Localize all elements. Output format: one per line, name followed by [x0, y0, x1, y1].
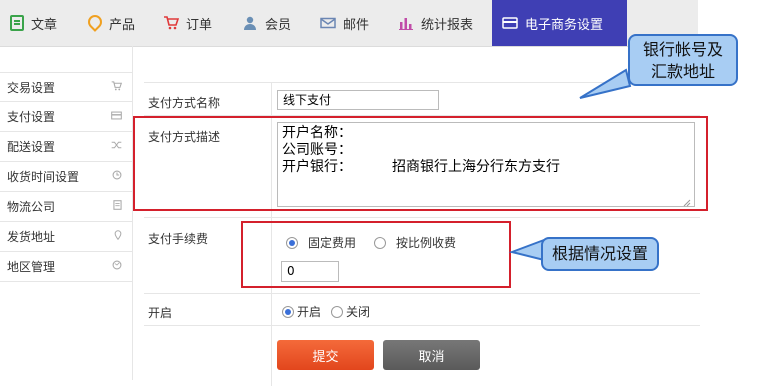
- sidebar-item-delivery-time[interactable]: 收货时间设置: [0, 162, 132, 192]
- payment-name-label: 支付方式名称: [148, 96, 221, 110]
- card-icon: [111, 111, 122, 123]
- sidebar-item-label: 支付设置: [7, 110, 56, 124]
- highlight-fee-box: [241, 221, 511, 288]
- tab-label: 订单: [186, 17, 213, 33]
- tab-members[interactable]: 会员: [242, 0, 291, 46]
- user-icon: [242, 15, 258, 31]
- clock-icon: [112, 170, 122, 183]
- sidebar-item-logistics[interactable]: 物流公司: [0, 192, 132, 222]
- tab-articles[interactable]: 文章: [10, 0, 57, 46]
- highlight-desc-box: [133, 116, 708, 211]
- tab-products[interactable]: 产品: [85, 0, 136, 46]
- sidebar-item-region[interactable]: 地区管理: [0, 252, 132, 282]
- enable-option-on[interactable]: 开启: [282, 303, 321, 320]
- sidebar-item-label: 地区管理: [7, 260, 56, 274]
- location-pin-icon: [114, 230, 122, 243]
- enable-label: 开启: [148, 306, 173, 320]
- tab-label: 会员: [265, 17, 292, 33]
- callout-bank-account: 银行帐号及 汇款地址: [628, 34, 738, 86]
- cancel-button[interactable]: 取消: [383, 340, 480, 370]
- location-pin-icon: [85, 11, 105, 32]
- enable-radio-group: 开启 关闭: [282, 303, 370, 320]
- callout-bank-line1: 银行帐号及: [642, 40, 723, 59]
- row-divider: [271, 326, 272, 386]
- sidebar-item-label: 配送设置: [7, 140, 56, 154]
- tab-label: 统计报表: [421, 17, 474, 33]
- enable-off-label: 关闭: [346, 305, 371, 319]
- globe-icon: [112, 260, 122, 273]
- sidebar-item-shipping[interactable]: 配送设置: [0, 132, 132, 162]
- mail-icon: [320, 15, 336, 31]
- fee-label: 支付手续费: [148, 232, 209, 246]
- bar-chart-icon: [398, 15, 414, 31]
- row-divider: [271, 83, 272, 116]
- tab-label: 产品: [109, 17, 136, 33]
- cart-icon: [163, 15, 179, 31]
- sidebar-item-label: 发货地址: [7, 230, 56, 244]
- card-icon: [502, 15, 518, 31]
- sidebar-item-label: 收货时间设置: [7, 170, 80, 184]
- callout-fee-setting: 根据情况设置: [541, 237, 659, 271]
- cart-icon: [111, 80, 123, 94]
- top-nav: 文章 产品 订单 会员 邮件 统计报表 电子商务设置: [0, 0, 698, 47]
- radio-enable-off[interactable]: [331, 305, 344, 318]
- row-enable: 开启 开启 关闭: [144, 293, 700, 326]
- sidebar-item-payment[interactable]: 支付设置: [0, 102, 132, 132]
- list-icon: [113, 200, 122, 213]
- document-icon: [10, 15, 24, 31]
- tab-orders[interactable]: 订单: [163, 0, 212, 46]
- tab-label: 文章: [31, 17, 58, 33]
- enable-option-off[interactable]: 关闭: [331, 303, 370, 320]
- submit-button[interactable]: 提交: [277, 340, 374, 370]
- sidebar-item-label: 物流公司: [7, 200, 56, 214]
- sidebar: 交易设置 支付设置 配送设置 收货时间设置 物流公司 发货地址 地区管理: [0, 72, 132, 282]
- enable-on-label: 开启: [297, 305, 322, 319]
- tab-ecommerce-settings[interactable]: 电子商务设置: [492, 0, 627, 46]
- tab-mail[interactable]: 邮件: [320, 0, 369, 46]
- radio-enable-on[interactable]: [282, 305, 294, 318]
- callout-bank-line2: 汇款地址: [650, 62, 715, 81]
- sidebar-item-ship-address[interactable]: 发货地址: [0, 222, 132, 252]
- payment-name-input[interactable]: 线下支付: [277, 90, 439, 110]
- tab-label: 邮件: [343, 17, 370, 33]
- row-divider: [271, 294, 272, 326]
- shuffle-icon: [111, 140, 122, 153]
- tab-label: 电子商务设置: [525, 17, 604, 33]
- tab-statistics[interactable]: 统计报表: [398, 0, 473, 46]
- sidebar-item-label: 交易设置: [7, 80, 56, 95]
- sidebar-divider: [132, 46, 133, 380]
- sidebar-item-trade[interactable]: 交易设置: [0, 72, 132, 102]
